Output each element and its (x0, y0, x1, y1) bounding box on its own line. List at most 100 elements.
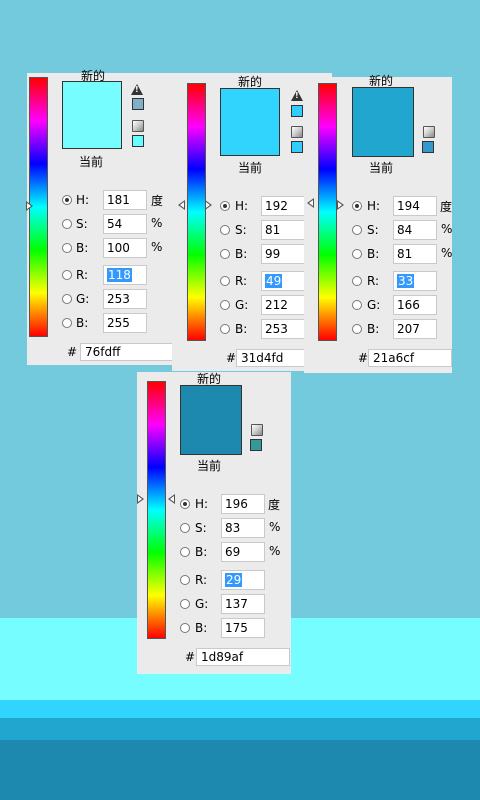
h-unit: 度 (268, 498, 281, 512)
hue-slider-handle[interactable] (337, 200, 344, 210)
b-radio[interactable] (62, 243, 72, 253)
bg-band-sky (0, 700, 480, 718)
g-input[interactable]: 137 (221, 594, 265, 614)
g-input[interactable]: 166 (393, 295, 437, 315)
g-radio[interactable] (220, 300, 230, 310)
current-label: 当前 (79, 155, 104, 169)
b-unit: % (269, 544, 281, 558)
hex-label: # (226, 351, 237, 365)
h-unit: 度 (440, 200, 453, 214)
hex-label: # (358, 351, 369, 365)
b-input[interactable]: 100 (103, 238, 147, 258)
bg-band-dark (0, 740, 480, 800)
g-input[interactable]: 212 (261, 295, 305, 315)
web-safe-color-swatch[interactable] (250, 439, 262, 451)
b-radio[interactable] (220, 249, 230, 259)
s-input[interactable]: 84 (393, 220, 437, 240)
hue-slider[interactable] (318, 83, 337, 341)
blue-input[interactable]: 207 (393, 319, 437, 339)
web-safe-cube-icon[interactable] (291, 126, 303, 138)
blue-label: B: (195, 621, 208, 635)
blue-radio[interactable] (62, 318, 72, 328)
s-label: S: (235, 223, 247, 237)
h-input[interactable]: 194 (393, 196, 437, 216)
r-radio[interactable] (220, 276, 230, 286)
bg-band-mid (0, 718, 480, 740)
h-radio[interactable] (352, 201, 362, 211)
r-radio[interactable] (62, 270, 72, 280)
r-radio[interactable] (180, 575, 190, 585)
gamut-color-swatch[interactable] (132, 98, 144, 110)
blue-radio[interactable] (220, 324, 230, 334)
r-value-selected: 33 (397, 274, 415, 288)
b-input[interactable]: 69 (221, 542, 265, 562)
s-unit: % (269, 520, 281, 534)
h-radio[interactable] (180, 499, 190, 509)
hex-input[interactable]: 1d89af (196, 648, 290, 666)
g-label: G: (76, 292, 90, 306)
h-radio[interactable] (220, 201, 230, 211)
r-label: R: (367, 274, 380, 288)
current-label: 当前 (369, 161, 394, 175)
s-input[interactable]: 81 (261, 220, 305, 240)
hue-slider-handle[interactable] (137, 494, 144, 504)
h-label: H: (235, 199, 249, 213)
hue-slider-handle[interactable] (205, 200, 212, 210)
s-radio[interactable] (180, 523, 190, 533)
b-radio[interactable] (180, 547, 190, 557)
web-safe-cube-icon[interactable] (423, 126, 435, 138)
b-input[interactable]: 81 (393, 244, 437, 264)
s-radio[interactable] (220, 225, 230, 235)
h-input[interactable]: 181 (103, 190, 147, 210)
blue-input[interactable]: 253 (261, 319, 305, 339)
hex-input[interactable]: 31d4fd (236, 349, 306, 367)
hex-input[interactable]: 76fdff (80, 343, 175, 361)
gamut-warning-icon[interactable]: ! (291, 90, 303, 101)
hue-slider[interactable] (147, 381, 166, 639)
s-input[interactable]: 83 (221, 518, 265, 538)
hex-label: # (67, 345, 78, 359)
hue-slider-handle[interactable] (26, 201, 33, 211)
b-unit: % (441, 246, 453, 260)
r-input[interactable]: 49 (261, 271, 305, 291)
s-unit: % (151, 216, 163, 230)
b-input[interactable]: 99 (261, 244, 305, 264)
web-safe-cube-icon[interactable] (251, 424, 263, 436)
gamut-warning-icon[interactable]: ! (131, 84, 143, 95)
s-input[interactable]: 54 (103, 214, 147, 234)
h-input[interactable]: 192 (261, 196, 305, 216)
s-label: S: (367, 223, 379, 237)
h-input[interactable]: 196 (221, 494, 265, 514)
r-value-selected: 49 (265, 274, 283, 288)
gamut-color-swatch[interactable] (291, 105, 303, 117)
web-safe-color-swatch[interactable] (291, 141, 303, 153)
hex-input[interactable]: 21a6cf (368, 349, 452, 367)
hue-slider-handle-right[interactable] (168, 494, 175, 504)
r-input[interactable]: 29 (221, 570, 265, 590)
blue-input[interactable]: 175 (221, 618, 265, 638)
b-label: B: (367, 247, 380, 261)
r-radio[interactable] (352, 276, 362, 286)
g-input[interactable]: 253 (103, 289, 147, 309)
g-radio[interactable] (180, 599, 190, 609)
g-radio[interactable] (62, 294, 72, 304)
s-radio[interactable] (62, 219, 72, 229)
blue-radio[interactable] (180, 623, 190, 633)
web-safe-color-swatch[interactable] (132, 135, 144, 147)
web-safe-color-swatch[interactable] (422, 141, 434, 153)
current-label: 当前 (238, 161, 263, 175)
r-input[interactable]: 118 (103, 265, 147, 285)
b-radio[interactable] (352, 249, 362, 259)
s-radio[interactable] (352, 225, 362, 235)
r-input[interactable]: 33 (393, 271, 437, 291)
blue-radio[interactable] (352, 324, 362, 334)
new-color-swatch (180, 385, 242, 455)
blue-label: B: (76, 316, 89, 330)
b-label: B: (235, 247, 248, 261)
b-unit: % (151, 240, 163, 254)
hue-slider[interactable] (187, 83, 206, 341)
g-radio[interactable] (352, 300, 362, 310)
blue-input[interactable]: 255 (103, 313, 147, 333)
web-safe-cube-icon[interactable] (132, 120, 144, 132)
h-radio[interactable] (62, 195, 72, 205)
